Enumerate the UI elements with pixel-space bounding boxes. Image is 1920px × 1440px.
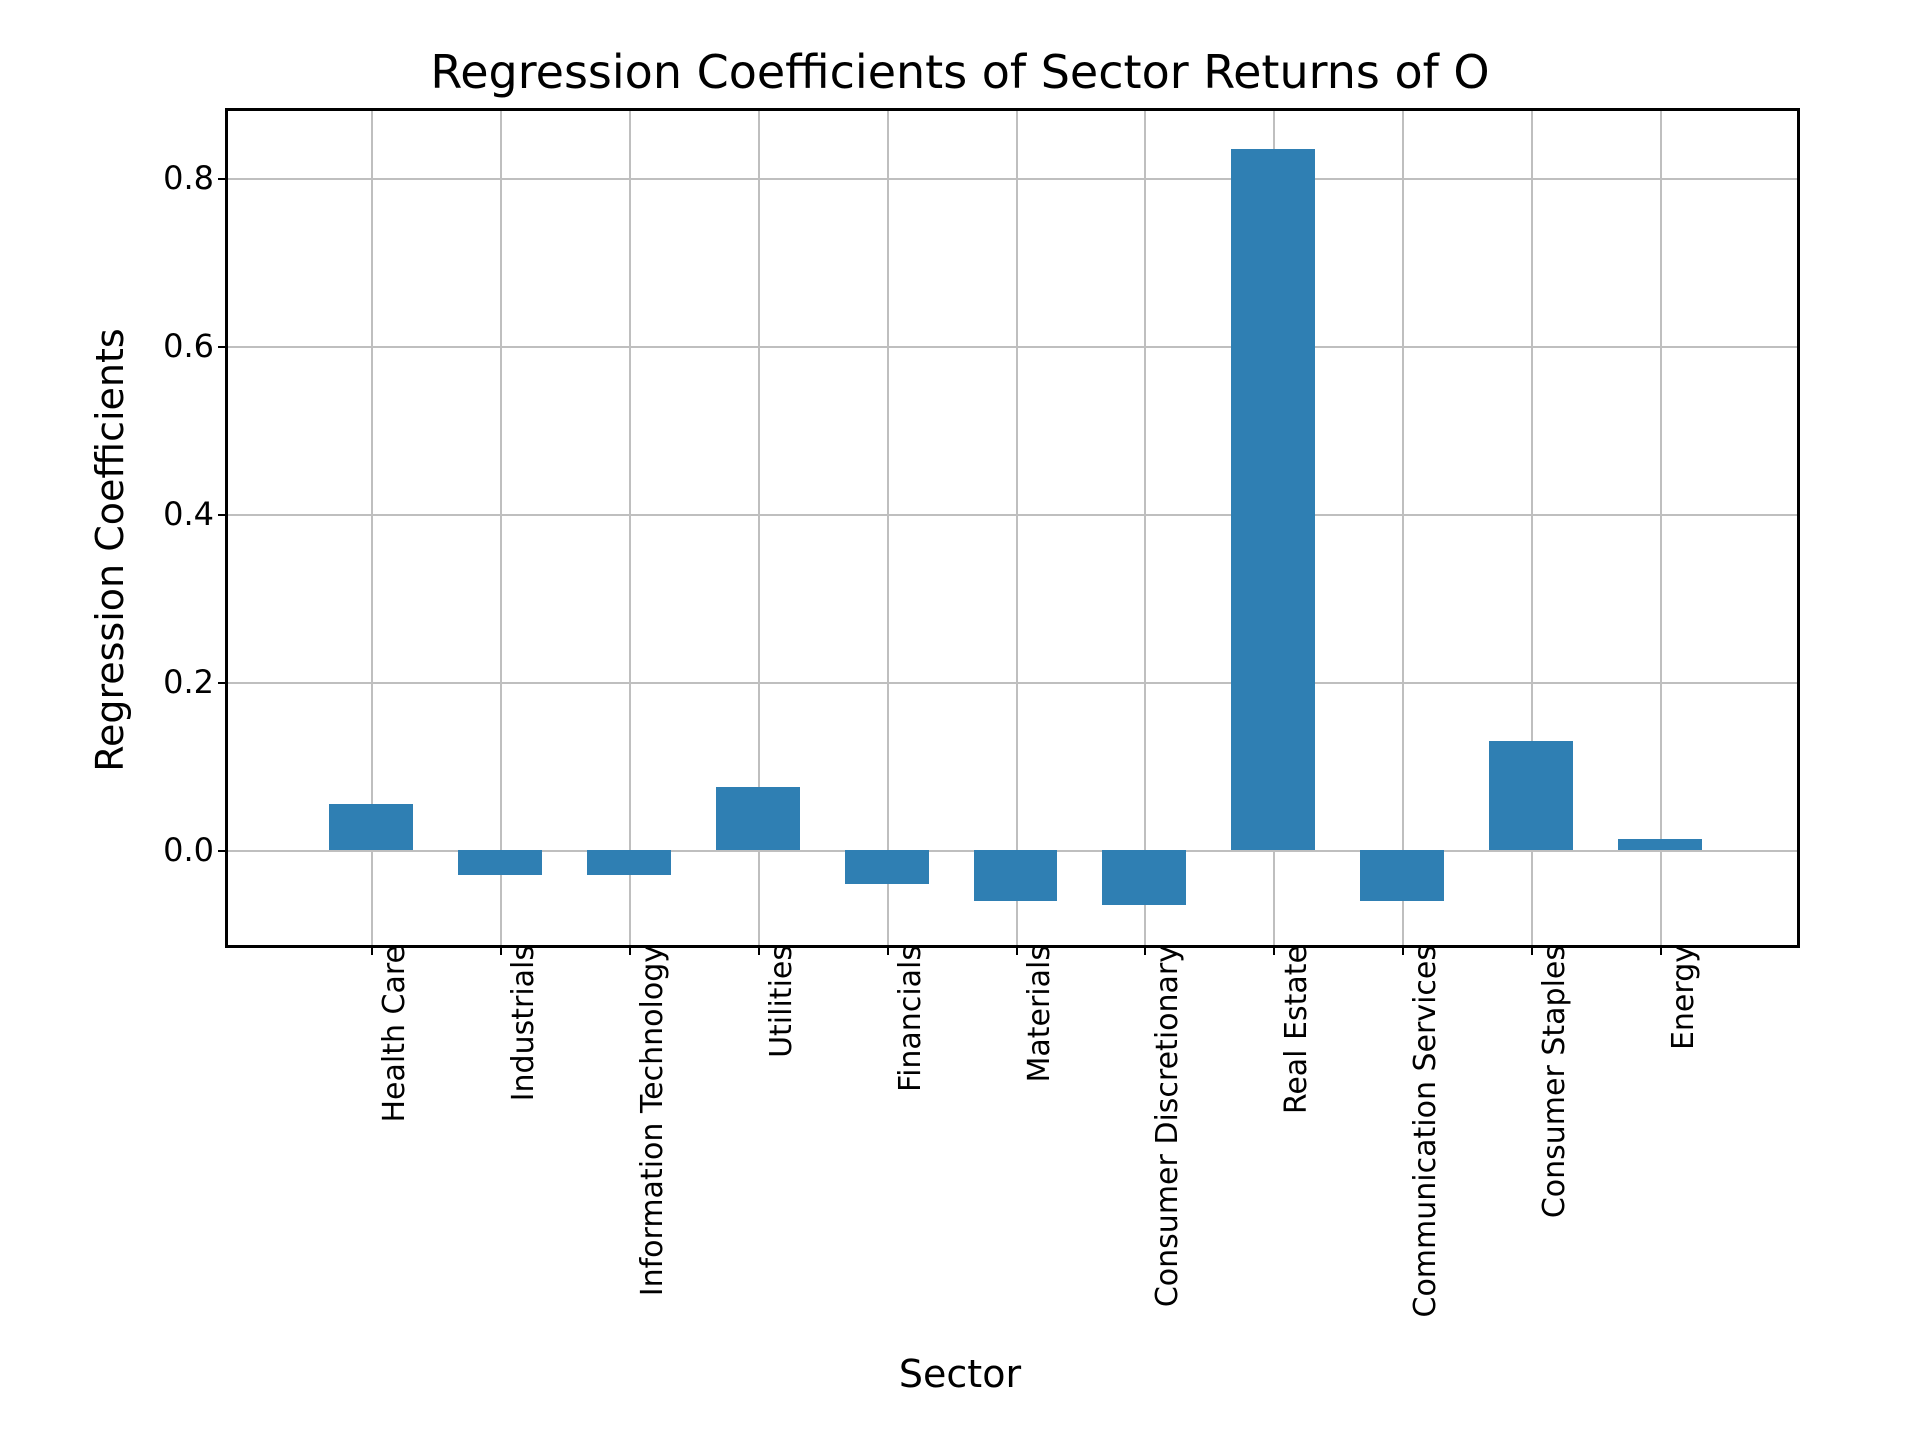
xtick-label: Materials: [1008, 945, 1057, 1083]
bar: [1102, 850, 1186, 905]
chart-title: Regression Coefficients of Sector Return…: [0, 45, 1920, 99]
gridline-v: [1016, 111, 1018, 945]
xtick-label: Information Technology: [621, 945, 670, 1296]
bar: [1231, 149, 1315, 850]
gridline-v: [1660, 111, 1662, 945]
gridline-v: [500, 111, 502, 945]
gridline-h: [228, 346, 1797, 348]
y-axis-label: Regression Coefficients: [88, 328, 132, 771]
gridline-v: [887, 111, 889, 945]
bar: [1360, 850, 1444, 900]
xtick-label: Industrials: [492, 945, 541, 1101]
bar: [587, 850, 671, 875]
ytick-label: 0.4: [163, 495, 228, 533]
gridline-h: [228, 514, 1797, 516]
plot-area: 0.00.20.40.60.8Health CareIndustrialsInf…: [225, 108, 1800, 948]
figure: Regression Coefficients of Sector Return…: [0, 0, 1920, 1440]
ytick-label: 0.6: [163, 327, 228, 365]
ytick-label: 0.2: [163, 663, 228, 701]
xtick-label: Real Estate: [1265, 945, 1314, 1114]
bar: [716, 787, 800, 850]
gridline-v: [1144, 111, 1146, 945]
xtick-label: Financials: [879, 945, 928, 1092]
gridline-h: [228, 178, 1797, 180]
bar: [1489, 741, 1573, 850]
xtick-label: Communication Services: [1394, 945, 1443, 1318]
xtick-label: Health Care: [363, 945, 412, 1123]
xtick-label: Utilities: [750, 945, 799, 1058]
ytick-label: 0.0: [163, 831, 228, 869]
xtick-label: Consumer Staples: [1523, 945, 1572, 1218]
gridline-v: [1402, 111, 1404, 945]
xtick-label: Energy: [1652, 945, 1701, 1050]
xtick-label: Consumer Discretionary: [1136, 945, 1185, 1307]
ytick-label: 0.8: [163, 159, 228, 197]
x-axis-label: Sector: [0, 1352, 1920, 1396]
gridline-v: [629, 111, 631, 945]
gridline-h: [228, 682, 1797, 684]
bar: [458, 850, 542, 875]
bar: [974, 850, 1058, 900]
bar: [845, 850, 929, 884]
bar: [1618, 839, 1702, 850]
bar: [329, 804, 413, 850]
